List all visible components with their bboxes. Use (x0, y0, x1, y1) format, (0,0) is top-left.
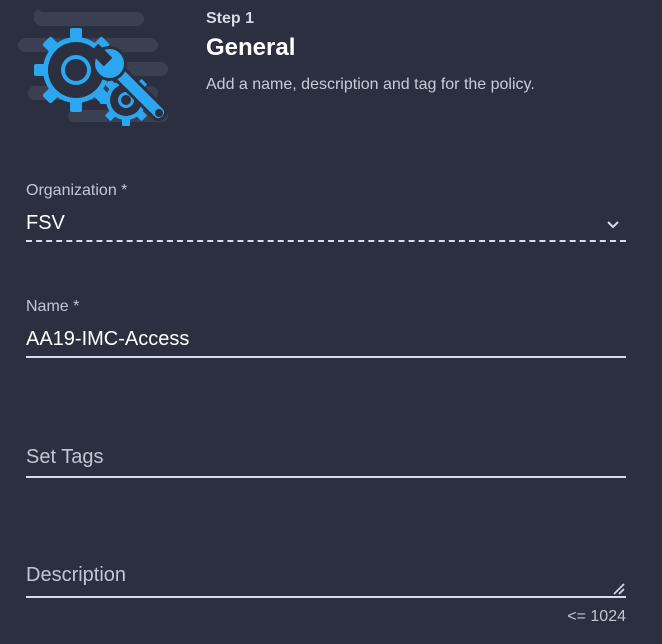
name-underline (26, 356, 626, 358)
gear-wrench-icon (18, 10, 168, 126)
name-input[interactable]: AA19-IMC-Access (26, 328, 626, 351)
step-label: Step 1 (206, 10, 255, 27)
organization-value: FSV (26, 212, 65, 234)
page-subtitle: Add a name, description and tag for the … (206, 76, 535, 93)
policy-general-step: Step 1 General Add a name, description a… (0, 0, 662, 644)
name-field[interactable]: Name * AA19-IMC-Access (26, 298, 626, 362)
tags-input[interactable]: Set Tags (26, 446, 626, 469)
organization-label: Organization * (26, 182, 128, 199)
tags-field[interactable]: Set Tags (26, 446, 626, 482)
description-underline (26, 596, 626, 598)
description-field[interactable]: Description (26, 564, 626, 604)
description-char-limit: <= 1024 (567, 608, 626, 625)
chevron-down-icon[interactable] (606, 220, 620, 230)
name-label: Name * (26, 298, 80, 315)
page-title: General (206, 34, 296, 61)
description-input[interactable]: Description (26, 564, 626, 587)
resize-handle-icon[interactable] (612, 582, 626, 596)
tags-underline (26, 476, 626, 478)
organization-select[interactable]: Organization * FSV (26, 182, 626, 246)
organization-underline (26, 240, 626, 242)
